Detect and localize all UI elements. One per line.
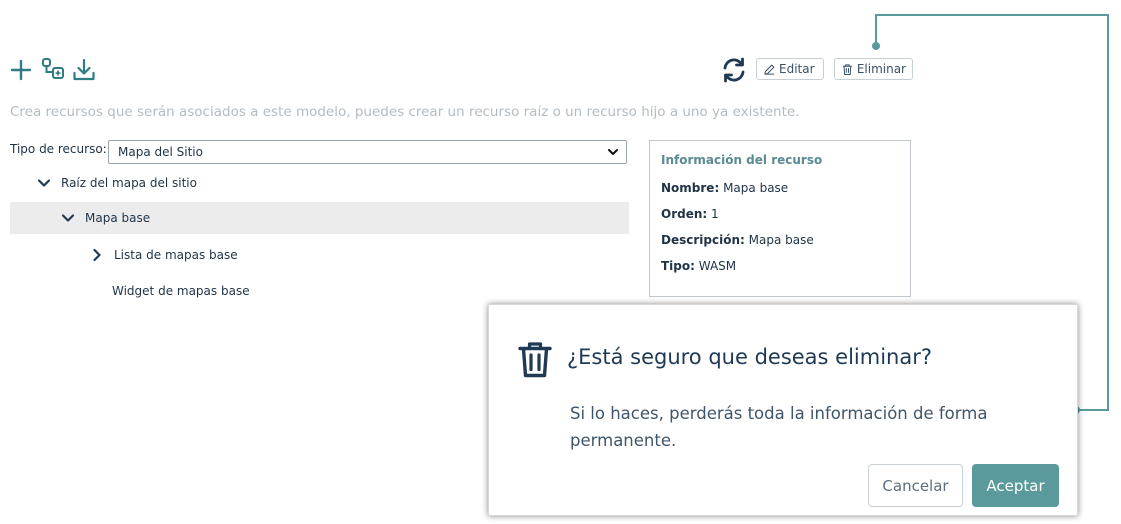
tree-node-mapa-base[interactable]: Mapa base (61, 202, 150, 234)
info-name: Nombre: Mapa base (661, 181, 789, 195)
helper-text: Crea recursos que serán asociados a este… (10, 104, 800, 120)
edit-button-label: Editar (779, 62, 815, 76)
dialog-message: Si lo haces, perderás toda la informació… (570, 404, 988, 450)
resource-info-panel: Información del recurso Nombre: Mapa bas… (649, 140, 911, 297)
tree-node-label: Widget de mapas base (112, 284, 250, 298)
chevron-down-icon[interactable] (61, 211, 75, 225)
resource-type-select[interactable]: Mapa del Sitio (108, 140, 627, 164)
delete-button[interactable]: Eliminar (834, 58, 913, 80)
info-type: Tipo: WASM (661, 259, 737, 273)
tree-node-lista-mapas-base[interactable]: Lista de mapas base (90, 239, 238, 271)
add-child-resource-icon[interactable] (40, 57, 66, 83)
trash-icon (517, 341, 553, 379)
info-order: Orden: 1 (661, 207, 719, 221)
chevron-right-icon[interactable] (90, 248, 104, 262)
dialog-title: ¿Está seguro que deseas eliminar? (567, 345, 932, 369)
trash-icon (842, 63, 852, 75)
tree-node-root[interactable]: Raíz del mapa del sitio (37, 167, 197, 199)
tree-node-widget-mapas-base[interactable]: Widget de mapas base (112, 275, 250, 307)
edit-button[interactable]: Editar (756, 58, 824, 80)
resource-type-value: Mapa del Sitio (118, 145, 203, 159)
resource-type-label: Tipo de recurso: (10, 142, 107, 156)
tree-node-label: Raíz del mapa del sitio (61, 176, 197, 190)
pencil-icon (764, 64, 775, 75)
info-description: Descripción: Mapa base (661, 233, 814, 247)
tree-node-label: Lista de mapas base (114, 248, 238, 262)
download-icon[interactable] (71, 57, 97, 83)
accept-button[interactable]: Aceptar (972, 464, 1059, 507)
cancel-button[interactable]: Cancelar (868, 464, 963, 507)
delete-confirm-dialog: ¿Está seguro que deseas eliminar? Si lo … (488, 304, 1078, 516)
info-title: Información del recurso (661, 153, 823, 167)
chevron-down-icon (608, 149, 618, 155)
plus-icon[interactable] (8, 57, 34, 83)
refresh-icon[interactable] (720, 56, 748, 84)
delete-button-label: Eliminar (856, 62, 906, 76)
chevron-down-icon[interactable] (37, 176, 51, 190)
tree-node-label: Mapa base (85, 211, 151, 225)
